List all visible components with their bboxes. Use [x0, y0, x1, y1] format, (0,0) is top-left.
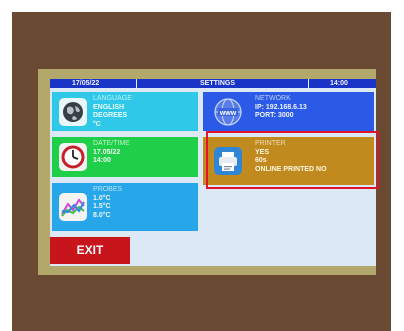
date-display: 17/05/22 — [72, 80, 100, 87]
datetime-tile[interactable]: DATE/TIME 17.05/22 14:00 — [52, 137, 198, 177]
status-divider — [308, 79, 309, 88]
svg-text:www: www — [219, 110, 237, 117]
page-title: SETTINGS — [200, 80, 236, 87]
probe-3-value: 8.0°C — [93, 211, 111, 219]
degrees-value: °C — [93, 120, 101, 128]
chart-icon — [59, 193, 87, 221]
datetime-label: DATE/TIME — [93, 140, 130, 147]
probes-tile-text: PROBES 1.0°C 1.5°C 8.0°C — [93, 186, 122, 220]
probe-1-value: 1.0°C — [93, 194, 111, 202]
ip-address-value: IP: 192.168.6.13 — [255, 103, 307, 111]
clock-icon — [59, 143, 87, 171]
datetime-tile-text: DATE/TIME 17.05/22 14:00 — [93, 140, 130, 166]
time-display: 14:00 — [330, 80, 348, 87]
network-label: NETWORK — [255, 95, 291, 102]
status-divider — [136, 79, 137, 88]
language-tile-text: LANGUAGE ENGLISH DEGREES °C — [93, 95, 132, 129]
language-label: LANGUAGE — [93, 95, 132, 102]
language-value: ENGLISH — [93, 103, 125, 111]
language-tile[interactable]: LANGUAGE ENGLISH DEGREES °C — [52, 92, 198, 131]
probes-tile[interactable]: PROBES 1.0°C 1.5°C 8.0°C — [52, 183, 198, 231]
globe-icon — [59, 97, 87, 126]
status-bar: 17/05/22 SETTINGS 14:00 — [50, 79, 376, 88]
www-icon: www — [214, 97, 242, 126]
port-value: PORT: 3000 — [255, 112, 294, 119]
degrees-label: DEGREES — [93, 112, 128, 119]
network-tile-text: NETWORK IP: 192.168.6.13 PORT: 3000 — [255, 95, 307, 121]
probes-label: PROBES — [93, 186, 123, 193]
date-value: 17.05/22 — [93, 148, 121, 156]
time-value: 14:00 — [93, 157, 111, 164]
printer-highlight-box — [206, 131, 379, 189]
exit-button[interactable]: EXIT — [50, 237, 130, 264]
probe-2-value: 1.5°C — [93, 203, 111, 210]
network-tile[interactable]: www NETWORK IP: 192.168.6.13 PORT: 3000 — [203, 92, 374, 131]
